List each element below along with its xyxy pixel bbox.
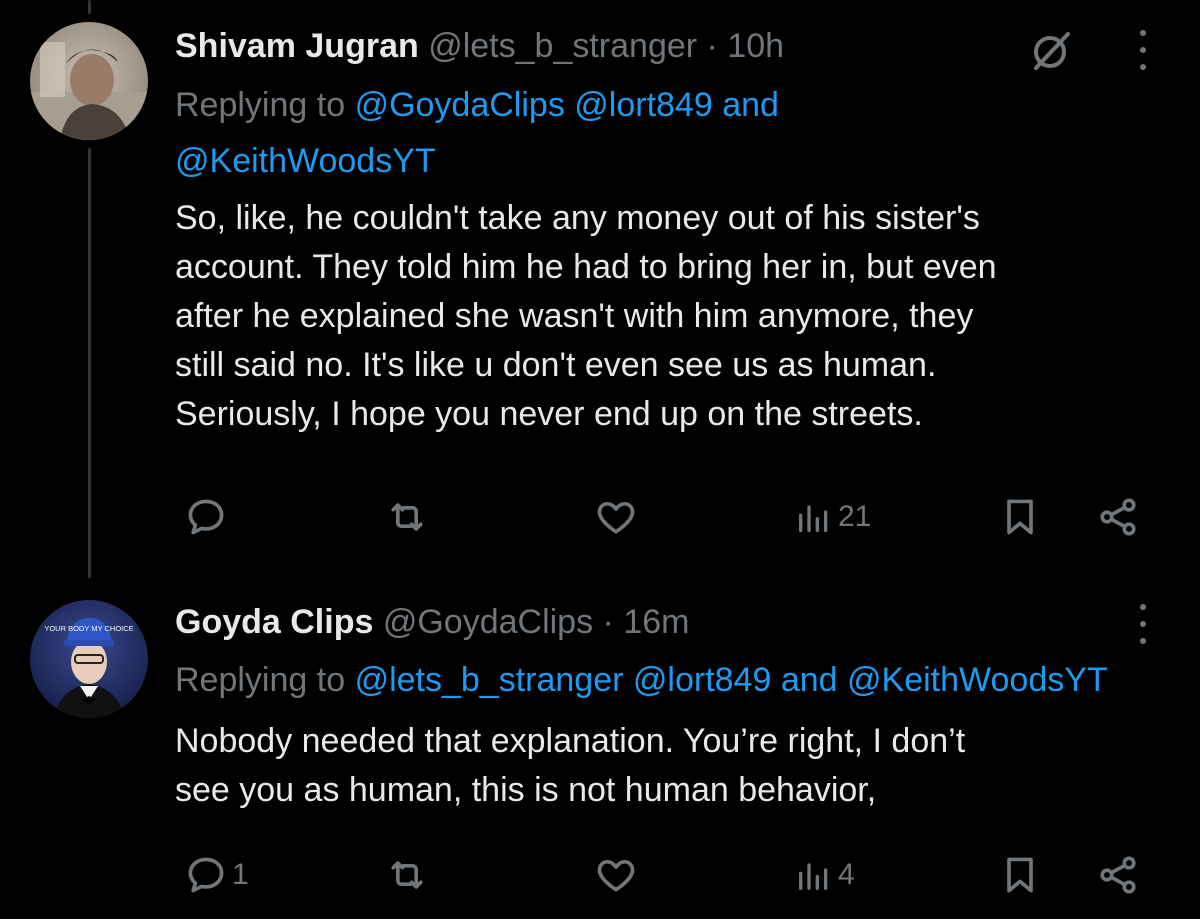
more-options-button[interactable] xyxy=(1137,30,1149,70)
tweet-text-line: after he explained she wasn't with him a… xyxy=(175,297,974,335)
mention-link[interactable]: @KeithWoodsYT xyxy=(847,661,1108,699)
replying-to: Replying to @GoydaClips @lort849 and xyxy=(175,86,779,124)
reply-icon xyxy=(188,857,224,893)
user-handle[interactable]: @GoydaClips xyxy=(383,603,593,641)
reply-button[interactable] xyxy=(184,495,232,539)
tweet-text-line: account. They told him he had to bring h… xyxy=(175,248,997,286)
share-button[interactable] xyxy=(1096,853,1140,897)
bookmark-icon xyxy=(1007,499,1033,535)
reply-count: 1 xyxy=(232,858,249,891)
share-icon xyxy=(1100,498,1136,536)
repost-icon xyxy=(391,861,423,889)
heart-icon xyxy=(597,501,635,534)
avatar-cap-text: YOUR BODY MY CHOICE xyxy=(44,624,133,633)
repost-button[interactable] xyxy=(385,853,433,897)
views-button[interactable]: 21 xyxy=(794,495,871,539)
views-icon xyxy=(799,863,828,890)
tweet-text-line: So, like, he couldn't take any money out… xyxy=(175,199,980,237)
display-name[interactable]: Goyda Clips xyxy=(175,603,373,641)
share-icon xyxy=(1100,856,1136,894)
reply-icon xyxy=(188,499,224,535)
timestamp[interactable]: · 16m xyxy=(603,603,690,641)
grok-icon[interactable] xyxy=(1028,28,1076,72)
more-options-button[interactable] xyxy=(1137,604,1149,644)
bookmark-icon xyxy=(1007,857,1033,893)
tweet-text-line: see you as human, this is not human beha… xyxy=(175,771,877,809)
display-name[interactable]: Shivam Jugran xyxy=(175,27,419,65)
repost-icon xyxy=(391,503,423,531)
timestamp[interactable]: · 10h xyxy=(707,27,785,65)
views-icon xyxy=(799,505,828,532)
like-button[interactable] xyxy=(594,853,642,897)
repost-button[interactable] xyxy=(385,495,433,539)
svg-text:YOUR BODY MY CHOICE: YOUR BODY MY CHOICE xyxy=(44,624,133,633)
replying-to: Replying to @lets_b_stranger @lort849 an… xyxy=(175,661,1108,699)
mention-links[interactable]: @GoydaClips @lort849 xyxy=(355,86,713,124)
replying-to-continued: @KeithWoodsYT xyxy=(175,141,436,181)
tweet-text-line: still said no. It's like u don't even se… xyxy=(175,346,937,384)
views-count: 4 xyxy=(838,858,855,891)
tweet-header: Goyda Clips @GoydaClips · 16m xyxy=(175,602,689,642)
user-handle[interactable]: @lets_b_stranger xyxy=(428,27,697,65)
mention-links[interactable]: @lets_b_stranger @lort849 xyxy=(355,661,772,699)
heart-icon xyxy=(597,859,635,892)
bookmark-button[interactable] xyxy=(998,853,1042,897)
tweet-shivam[interactable]: Shivam Jugran @lets_b_stranger · 10h Rep… xyxy=(0,0,1200,580)
bookmark-button[interactable] xyxy=(998,495,1042,539)
tweet-text-line: Nobody needed that explanation. You’re r… xyxy=(175,722,966,760)
avatar[interactable]: YOUR BODY MY CHOICE xyxy=(30,600,148,718)
avatar-photo xyxy=(30,22,148,140)
tweet-text-line: Seriously, I hope you never end up on th… xyxy=(175,395,923,433)
share-button[interactable] xyxy=(1096,495,1140,539)
reply-button[interactable]: 1 xyxy=(184,853,249,897)
tweet-goyda[interactable]: YOUR BODY MY CHOICE Goyda Clips @GoydaCl… xyxy=(0,580,1200,919)
like-button[interactable] xyxy=(594,495,642,539)
mention-link[interactable]: @KeithWoodsYT xyxy=(175,142,436,180)
views-count: 21 xyxy=(838,500,872,533)
tweet-header: Shivam Jugran @lets_b_stranger · 10h xyxy=(175,26,784,66)
tweet-text: So, like, he couldn't take any money out… xyxy=(175,194,997,439)
views-button[interactable]: 4 xyxy=(794,853,855,897)
tweet-text: Nobody needed that explanation. You’re r… xyxy=(175,717,965,815)
avatar[interactable] xyxy=(30,22,148,140)
